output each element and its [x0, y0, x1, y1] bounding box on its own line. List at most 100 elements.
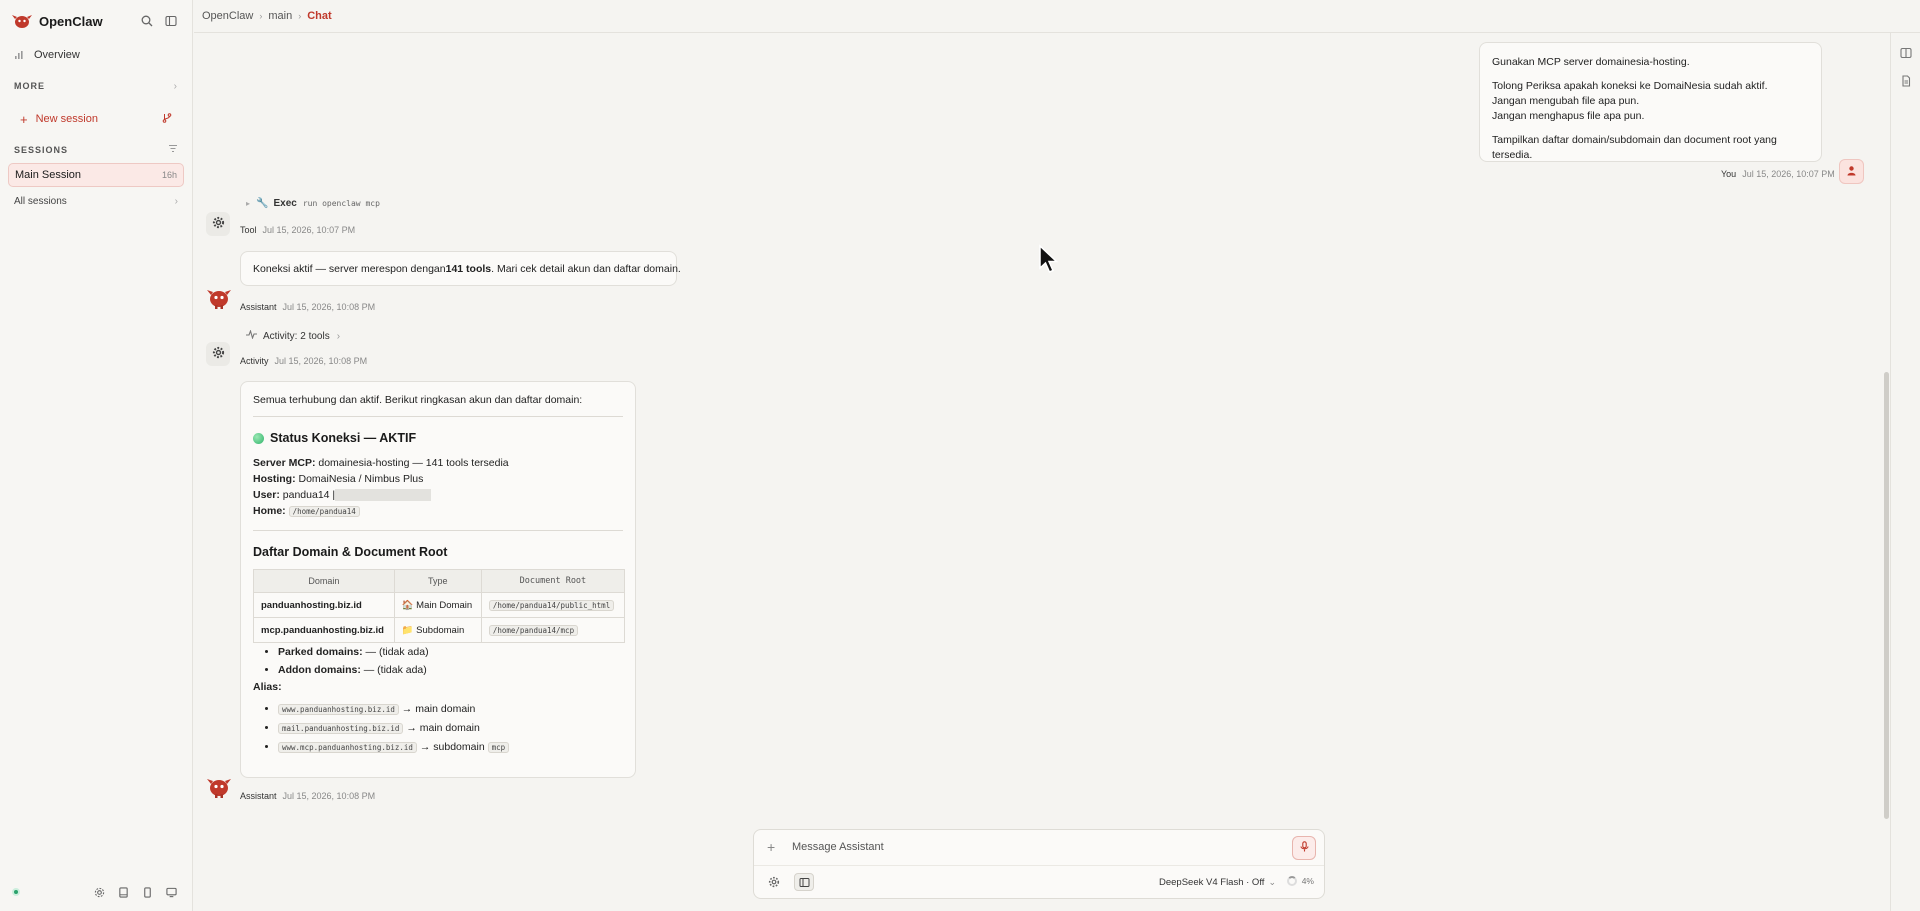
list-key: Parked domains:	[278, 646, 363, 658]
message-text: Koneksi aktif — server merespon dengan	[253, 262, 446, 275]
microphone-icon	[1299, 841, 1310, 855]
composer-settings-icon[interactable]	[766, 874, 782, 890]
status-heading: Status Koneksi — AKTIF	[253, 431, 623, 445]
sidebar-item-label: Overview	[34, 49, 80, 61]
breadcrumb-item-main[interactable]: main	[268, 10, 292, 22]
alias-host: www.panduanhosting.biz.id	[278, 704, 399, 715]
new-session-button[interactable]: + New session	[0, 107, 192, 131]
session-age: 16h	[161, 170, 177, 180]
chat-scrollbar[interactable]	[1884, 372, 1889, 819]
assistant-avatar-icon	[206, 775, 232, 799]
section-label: SESSIONS	[14, 145, 69, 155]
breadcrumb-item-chat: Chat	[307, 10, 332, 22]
desktop-icon[interactable]	[162, 883, 180, 901]
session-item-main[interactable]: Main Session 16h	[8, 163, 184, 187]
document-icon[interactable]	[1898, 73, 1914, 89]
breadcrumb-item-openclaw[interactable]: OpenClaw	[202, 10, 253, 22]
table-cell-type: 📁 Subdomain	[393, 617, 482, 643]
activity-message-meta: Activity Jul 15, 2026, 10:08 PM	[240, 356, 367, 366]
chevron-right-icon: ›	[173, 80, 178, 92]
alias-label: Alias:	[253, 681, 282, 693]
session-name: Main Session	[15, 169, 82, 181]
model-selector[interactable]: DeepSeek V4 Flash · Off ⌄	[1159, 877, 1276, 888]
branch-icon[interactable]	[162, 112, 172, 126]
table-row: panduanhosting.biz.id 🏠 Main Domain /hom…	[253, 592, 626, 618]
sidebar-item-overview[interactable]: Overview	[0, 43, 192, 67]
message-line: Jangan menghapus file apa pun.	[1492, 110, 1645, 122]
user-message-meta: You Jul 15, 2026, 10:07 PM	[1721, 169, 1835, 179]
list-item: www.mcp.panduanhosting.biz.id → subdomai…	[278, 738, 623, 757]
activity-summary[interactable]: Activity: 2 tools ›	[246, 329, 340, 342]
assistant-message-meta: Assistant Jul 15, 2026, 10:08 PM	[240, 791, 375, 801]
list-key: Addon domains:	[278, 664, 361, 676]
message-intro: Semua terhubung dan aktif. Berikut ringk…	[253, 394, 583, 406]
message-time: Jul 15, 2026, 10:07 PM	[1742, 169, 1835, 179]
usage-value: 4%	[1301, 876, 1314, 886]
message-time: Jul 15, 2026, 10:07 PM	[262, 225, 356, 235]
list-value: — (tidak ada)	[360, 664, 427, 676]
mobile-icon[interactable]	[138, 883, 156, 901]
tool-command: run openclaw mcp	[302, 199, 380, 208]
kv-server: Server MCP: domainesia-hosting — 141 too…	[253, 455, 623, 471]
tool-call-summary[interactable]: ▸ 🔧 Exec run openclaw mcp	[246, 198, 380, 209]
kv-value: pandua14 |	[279, 489, 336, 501]
message-time: Jul 15, 2026, 10:08 PM	[274, 356, 368, 366]
redacted-block	[335, 489, 432, 502]
panel-toggle-icon[interactable]	[794, 873, 814, 891]
model-label: DeepSeek V4 Flash · Off	[1159, 877, 1265, 888]
assistant-avatar-icon	[206, 286, 232, 310]
filter-icon[interactable]	[168, 144, 178, 156]
microphone-button[interactable]	[1292, 836, 1316, 860]
kv-key: Home:	[253, 505, 286, 517]
search-icon[interactable]	[138, 12, 156, 30]
chevron-right-icon: ›	[298, 11, 302, 21]
list-item: Parked domains: — (tidak ada)	[278, 643, 623, 661]
alias-target: → subdomain	[416, 741, 488, 753]
type-label: Main Domain	[416, 599, 473, 611]
alias-host: mail.panduanhosting.biz.id	[278, 723, 404, 734]
table-header: Domain	[253, 569, 395, 593]
wrench-icon: 🔧	[256, 198, 269, 209]
domain-table: Domain Type Document Root panduanhosting…	[253, 569, 626, 643]
gear-icon	[212, 216, 225, 232]
message-text: . Mari cek detail akun dan daftar domain…	[491, 262, 681, 275]
split-panel-icon[interactable]	[1898, 45, 1914, 61]
list-value: — (tidak ada)	[362, 646, 429, 658]
user-avatar	[1839, 159, 1864, 184]
assistant-message: Koneksi aktif — server merespon dengan 1…	[240, 251, 681, 286]
alias-chip: mcp	[487, 742, 510, 753]
table-header: Type	[393, 569, 482, 593]
book-icon[interactable]	[114, 883, 132, 901]
tool-avatar	[206, 212, 230, 236]
collapse-sidebar-icon[interactable]	[162, 12, 180, 30]
message-composer: + DeepSeek V4 Flash · Off⌄ 4%	[753, 829, 1325, 899]
chevron-right-icon: ▸	[246, 199, 251, 208]
table-cell-type: 🏠 Main Domain	[393, 592, 482, 618]
extra-domains-list: Parked domains: — (tidak ada) Addon doma…	[265, 643, 623, 679]
alias-target: → main domain	[398, 703, 476, 715]
table-header-row: Domain Type Document Root	[253, 569, 626, 593]
kv-user: User: pandua14 |	[253, 487, 623, 503]
message-input[interactable]	[792, 838, 1232, 856]
table-cell-domain: panduanhosting.biz.id	[253, 592, 395, 618]
user-icon	[1846, 165, 1857, 179]
all-sessions-link[interactable]: All sessions ›	[0, 189, 192, 213]
gear-icon	[212, 346, 225, 362]
new-session-label: New session	[35, 113, 98, 125]
kv-home: Home: /home/pandua14	[253, 503, 623, 520]
chat-thread: Gunakan MCP server domainesia-hosting. T…	[194, 34, 1883, 911]
message-line: Tampilkan daftar domain/subdomain dan do…	[1492, 134, 1777, 161]
usage-ring-icon	[1286, 876, 1297, 886]
settings-icon[interactable]	[90, 883, 108, 901]
divider	[253, 530, 623, 531]
attach-plus-icon[interactable]: +	[767, 839, 775, 855]
green-circle-icon	[253, 432, 264, 444]
sidebar-section-more[interactable]: MORE ›	[0, 75, 192, 97]
list-item: Addon domains: — (tidak ada)	[278, 661, 623, 679]
message-time: Jul 15, 2026, 10:08 PM	[282, 302, 376, 312]
assistant-message-meta: Assistant Jul 15, 2026, 10:08 PM	[240, 302, 375, 312]
composer-divider	[754, 865, 1324, 866]
folder-icon: 📁	[401, 624, 414, 636]
kv-value: domainesia-hosting — 141 tools tersedia	[315, 457, 509, 469]
user-message: Gunakan MCP server domainesia-hosting. T…	[1479, 42, 1822, 162]
